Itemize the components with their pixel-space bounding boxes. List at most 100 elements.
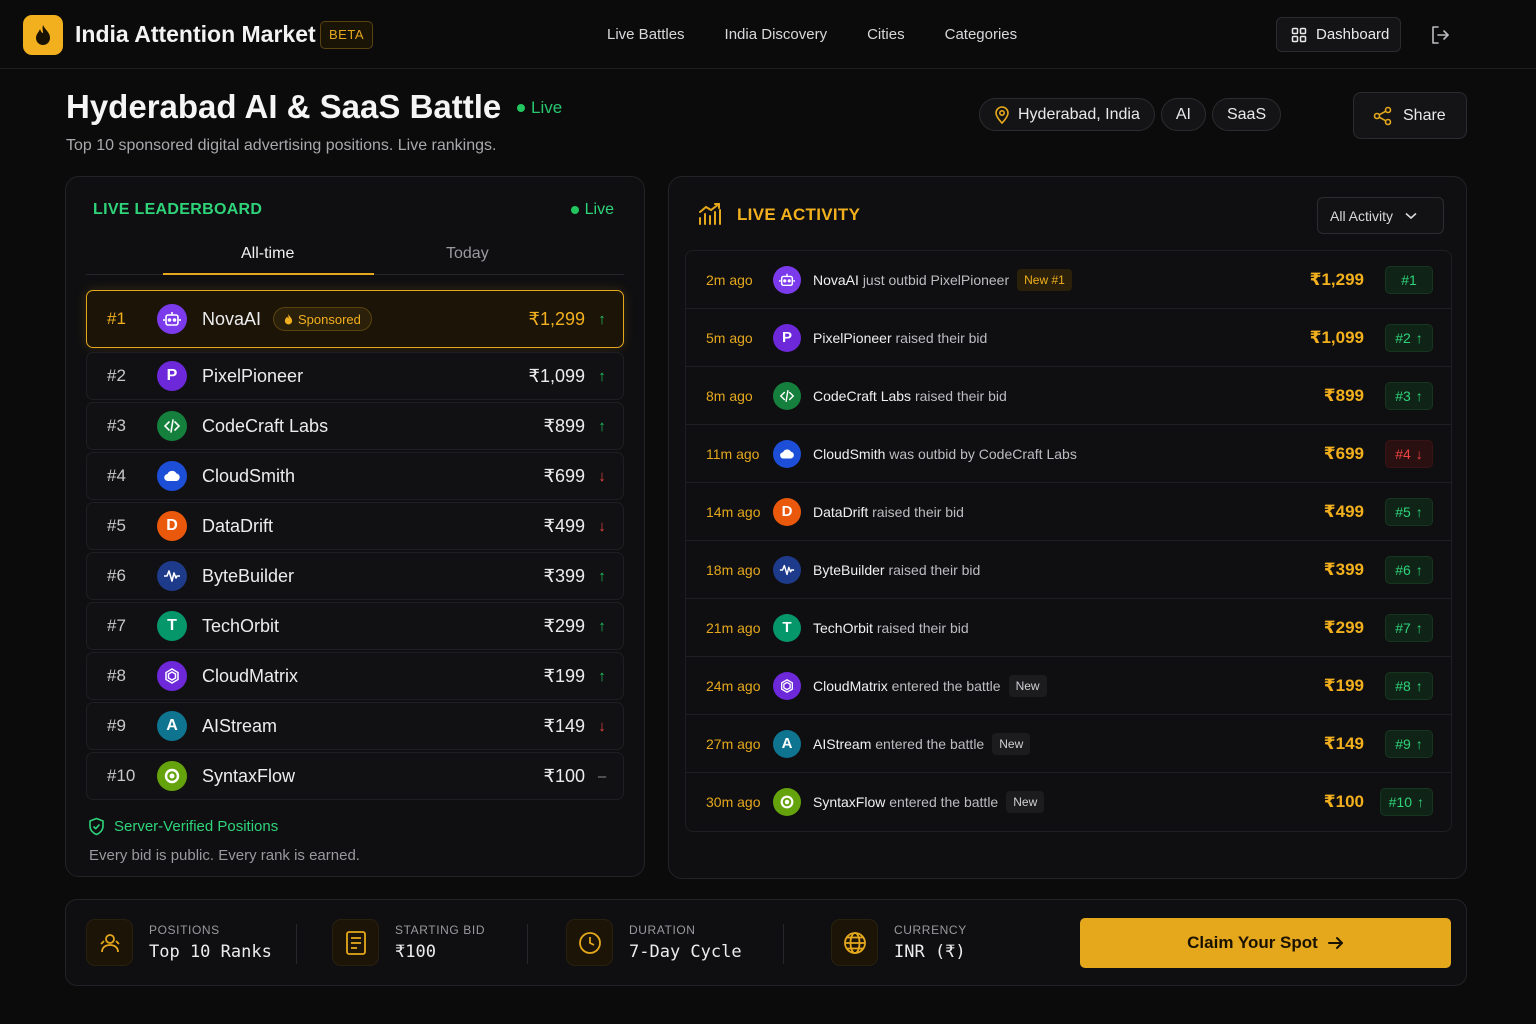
activity-rank-badge: #5 ↑ (1385, 497, 1433, 526)
avatar-initial: D (781, 503, 793, 520)
bid-amount: ₹299 (543, 615, 585, 636)
leaderboard-row[interactable]: #5 D DataDrift ₹499 ↓ (86, 502, 624, 550)
activity-row[interactable]: 27m ago A AIStream entered the battle Ne… (686, 715, 1451, 773)
sponsored-badge: Sponsored (273, 307, 372, 331)
activity-row[interactable]: 14m ago D DataDrift raised their bid ₹49… (686, 483, 1451, 541)
activity-row[interactable]: 24m ago CloudMatrix entered the battle N… (686, 657, 1451, 715)
arrow-up-icon: ↑ (1415, 387, 1423, 404)
activity-company: NovaAI (813, 271, 859, 288)
activity-amount: ₹149 (1323, 733, 1364, 753)
activity-row[interactable]: 11m ago CloudSmith was outbid by CodeCra… (686, 425, 1451, 483)
aistream-avatar: A (773, 729, 801, 758)
rank-number: #2 (107, 366, 126, 385)
brand-name[interactable]: India Attention Market (75, 21, 316, 48)
leaderboard-row[interactable]: #1 NovaAI Sponsored ₹1,299 ↑ (86, 290, 624, 348)
leaderboard-row[interactable]: #3 CodeCraft Labs ₹899 ↑ (86, 402, 624, 450)
activity-time: 21m ago (706, 619, 761, 636)
leaderboard-row[interactable]: #10 SyntaxFlow ₹100 – (86, 752, 624, 800)
tag-ai[interactable]: AI (1160, 98, 1206, 131)
cloudmatrix-avatar (157, 661, 187, 691)
rank-number: #9 (107, 716, 126, 735)
activity-row[interactable]: 5m ago P PixelPioneer raised their bid ₹… (686, 309, 1451, 367)
activity-row[interactable]: 8m ago CodeCraft Labs raised their bid ₹… (686, 367, 1451, 425)
divider (527, 924, 528, 964)
logout-icon[interactable] (1429, 24, 1451, 51)
activity-description: NovaAI just outbid PixelPioneer New #1 (813, 268, 1072, 291)
flame-logo-icon[interactable] (23, 15, 63, 55)
arrow-up-icon: ↑ (1415, 561, 1423, 578)
arrow-down-icon: ↓ (598, 517, 606, 535)
activity-filter-select[interactable]: All Activity (1317, 197, 1444, 234)
activity-company: CloudMatrix (813, 677, 888, 694)
share-button[interactable]: Share (1353, 92, 1467, 139)
activity-action: raised their bid (895, 329, 988, 346)
leaderboard-title: LIVE LEADERBOARD (93, 201, 263, 218)
stat-duration-value: 7-Day Cycle (629, 942, 742, 962)
stat-starting-bid: STARTING BID ₹100 (332, 919, 485, 966)
activity-row[interactable]: 18m ago ByteBuilder raised their bid ₹39… (686, 541, 1451, 599)
dashboard-button[interactable]: Dashboard (1276, 17, 1401, 52)
tag-location[interactable]: Hyderabad, India (979, 98, 1155, 131)
arrow-up-icon: ↑ (598, 667, 606, 685)
activity-action: raised their bid (914, 387, 1007, 404)
company-name: DataDrift (202, 515, 274, 536)
avatar-initial: D (166, 517, 178, 534)
active-tab-underline (163, 273, 374, 275)
leaderboard-row[interactable]: #9 A AIStream ₹149 ↓ (86, 702, 624, 750)
arrow-up-icon: ↑ (1415, 735, 1423, 752)
activity-rank-badge: #9 ↑ (1385, 729, 1433, 758)
activity-filter-label: All Activity (1330, 207, 1394, 224)
sponsored-label: Sponsored (298, 311, 361, 327)
activity-row[interactable]: 21m ago T TechOrbit raised their bid ₹29… (686, 599, 1451, 657)
techorbit-avatar: T (773, 613, 801, 642)
company-name: CloudSmith (202, 465, 296, 486)
shield-check-icon (89, 817, 104, 836)
dashboard-label: Dashboard (1316, 26, 1390, 43)
stat-starting-bid-label: STARTING BID (395, 923, 486, 937)
leaderboard-row[interactable]: #7 T TechOrbit ₹299 ↑ (86, 602, 624, 650)
arrow-up-icon: ↑ (598, 617, 606, 635)
tab-today[interactable]: Today (446, 245, 489, 263)
tab-all-time[interactable]: All-time (241, 245, 294, 263)
activity-row[interactable]: 30m ago SyntaxFlow entered the battle Ne… (686, 773, 1451, 831)
leaderboard-row[interactable]: #6 ByteBuilder ₹399 ↑ (86, 552, 624, 600)
nav-link-india-discovery[interactable]: India Discovery (725, 26, 828, 43)
page-title: Hyderabad AI & SaaS Battle (66, 88, 502, 125)
clock-icon (566, 919, 613, 966)
novaai-avatar (773, 265, 801, 294)
stat-starting-bid-value: ₹100 (395, 942, 436, 962)
activity-company: TechOrbit (813, 619, 873, 636)
leaderboard-row[interactable]: #8 CloudMatrix ₹199 ↑ (86, 652, 624, 700)
activity-row[interactable]: 2m ago NovaAI just outbid PixelPioneer N… (686, 251, 1451, 309)
activity-description: CloudSmith was outbid by CodeCraft Labs (813, 446, 1077, 462)
rank-number: #10 (107, 766, 136, 785)
bid-amount: ₹499 (543, 515, 585, 536)
activity-company: DataDrift (813, 503, 869, 520)
arrow-down-icon: ↓ (598, 467, 606, 485)
nav-link-live-battles[interactable]: Live Battles (607, 26, 685, 43)
leaderboard-row[interactable]: #4 CloudSmith ₹699 ↓ (86, 452, 624, 500)
leaderboard-row[interactable]: #2 P PixelPioneer ₹1,099 ↑ (86, 352, 624, 400)
company-name: ByteBuilder (202, 565, 295, 586)
cloudsmith-avatar (157, 461, 187, 491)
grid-icon (1291, 27, 1307, 42)
activity-rank: #10 (1388, 794, 1412, 810)
avatar-initial: T (167, 617, 177, 634)
activity-amount: ₹100 (1323, 792, 1364, 811)
nav-link-categories[interactable]: Categories (945, 26, 1018, 43)
cloudsmith-avatar (773, 439, 801, 468)
activity-amount: ₹1,299 (1309, 269, 1364, 289)
arrow-up-icon: ↑ (1415, 503, 1423, 520)
bid-amount: ₹399 (543, 565, 585, 586)
company-name: CodeCraft Labs (202, 415, 329, 436)
codecraft-labs-avatar (157, 411, 187, 441)
tag-saas[interactable]: SaaS (1211, 98, 1282, 131)
rank-number: #1 (107, 309, 126, 328)
avatar-initial: A (781, 735, 793, 752)
activity-rank: #7 (1395, 619, 1411, 636)
claim-spot-button[interactable]: Claim Your Spot (1080, 918, 1451, 968)
activity-company: CodeCraft Labs (813, 387, 912, 404)
activity-action: raised their bid (888, 561, 981, 578)
stat-positions-label: POSITIONS (149, 923, 220, 937)
nav-link-cities[interactable]: Cities (867, 26, 905, 43)
